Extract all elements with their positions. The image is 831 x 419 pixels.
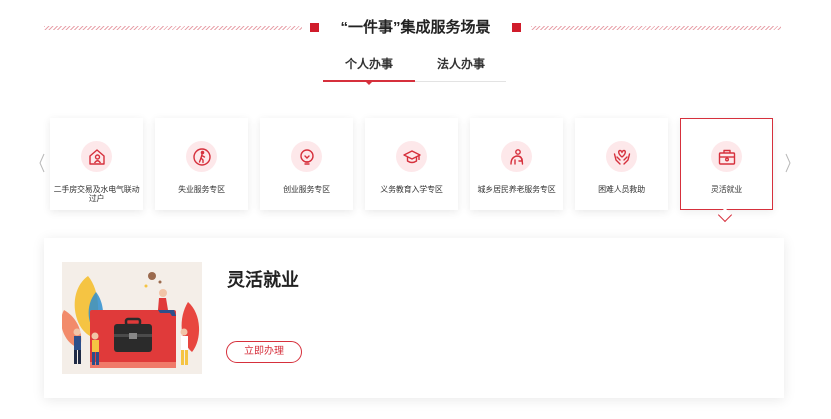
active-card-pointer [717, 207, 733, 223]
section-header: “一件事”集成服务场景 [0, 16, 831, 40]
apply-now-button[interactable]: 立即办理 [226, 341, 302, 363]
service-card-hardship-relief[interactable]: 困难人员救助 [575, 118, 668, 210]
decorative-line-left [44, 26, 302, 30]
service-card-label: 城乡居民养老服务专区 [477, 185, 556, 194]
service-card-label: 义务教育入学专区 [380, 185, 443, 194]
briefcase-icon [711, 141, 742, 172]
hands-heart-icon [606, 141, 637, 172]
elderly-person-icon [501, 141, 532, 172]
graduation-cap-icon [396, 141, 427, 172]
tab-bar: 个人办事 法人办事 [323, 54, 507, 85]
tab-active-pointer [366, 82, 372, 85]
decorative-square-right [512, 23, 521, 32]
service-card-flexible-employment[interactable]: 灵活就业 [680, 118, 773, 223]
service-card-label: 创业服务专区 [283, 185, 330, 194]
service-card-label: 二手房交易及水电气联动过户 [53, 185, 140, 203]
service-card-secondhand-house[interactable]: 二手房交易及水电气联动过户 [50, 118, 143, 210]
service-card-compulsory-education[interactable]: 义务教育入学专区 [365, 118, 458, 210]
walking-person-icon [186, 141, 217, 172]
service-card-entrepreneurship[interactable]: 创业服务专区 [260, 118, 353, 210]
service-card-label: 灵活就业 [710, 185, 743, 194]
tab-personal[interactable]: 个人办事 [323, 54, 415, 76]
carousel-prev-button[interactable] [38, 153, 46, 173]
tab-legal-person[interactable]: 法人办事 [415, 54, 507, 76]
detail-title: 灵活就业 [227, 270, 299, 290]
service-card-label: 失业服务专区 [178, 185, 225, 194]
service-detail-panel: 灵活就业 立即办理 [44, 238, 784, 398]
decorative-square-left [310, 23, 319, 32]
house-person-icon [81, 141, 112, 172]
service-card-pension[interactable]: 城乡居民养老服务专区 [470, 118, 563, 210]
lightbulb-icon [291, 141, 322, 172]
chevron-right-icon [785, 153, 791, 173]
flexible-employment-illustration [62, 262, 202, 374]
carousel-next-button[interactable] [784, 153, 792, 173]
service-card-unemployment[interactable]: 失业服务专区 [155, 118, 248, 210]
chevron-left-icon [39, 153, 45, 173]
decorative-line-right [531, 26, 781, 30]
section-title: “一件事”集成服务场景 [340, 19, 491, 36]
service-card-label: 困难人员救助 [598, 185, 645, 194]
